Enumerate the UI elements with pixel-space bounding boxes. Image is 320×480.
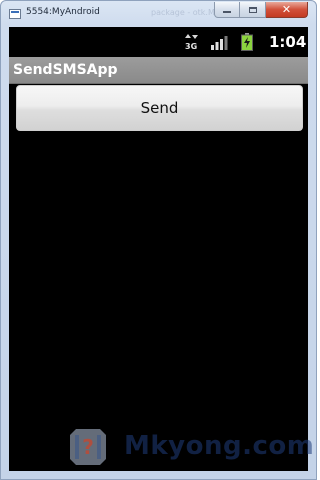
status-bar: 3G 1:04 (9, 27, 308, 57)
mkyong-logo-icon: ? (70, 429, 106, 465)
network-type-label: 3G (185, 42, 197, 50)
signal-bars-icon (211, 36, 228, 50)
network-3g-icon: 3G (185, 34, 198, 50)
close-icon: ✕ (281, 2, 292, 16)
android-screen: 3G 1:04 SendSMSApp Send (9, 27, 308, 471)
close-button[interactable]: ✕ (266, 2, 308, 18)
window-app-icon (9, 9, 21, 19)
app-title-bar: SendSMSApp (9, 57, 308, 84)
status-clock: 1:04 (269, 33, 307, 51)
minimize-button[interactable] (214, 2, 240, 18)
window-titlebar[interactable]: 5554:MyAndroid package - otk.Mkyong ✕ (1, 1, 316, 27)
logo-glyph: ? (82, 435, 94, 459)
battery-charging-icon (241, 33, 253, 51)
maximize-button[interactable] (240, 2, 266, 18)
app-title: SendSMSApp (13, 62, 118, 78)
minimize-icon (223, 11, 231, 13)
watermark-text: Mkyong.com (124, 431, 315, 461)
window-title: 5554:MyAndroid (26, 7, 100, 17)
maximize-icon (248, 6, 257, 13)
watermark: ? Mkyong.com (66, 425, 314, 469)
window-controls: ✕ (214, 2, 308, 19)
send-button[interactable]: Send (16, 85, 303, 131)
emulator-window: 5554:MyAndroid package - otk.Mkyong ✕ 3G (0, 0, 317, 480)
